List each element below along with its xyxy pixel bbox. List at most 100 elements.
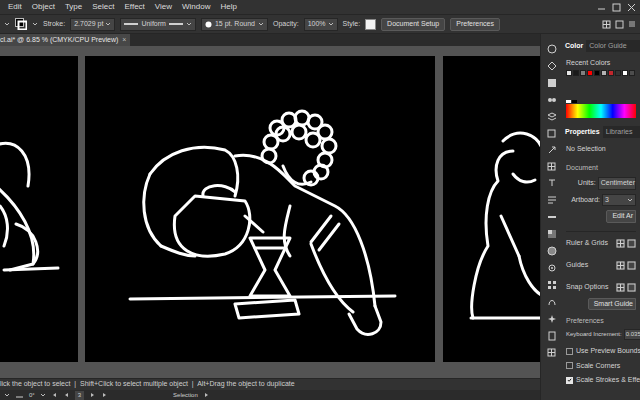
toggle-icon[interactable] xyxy=(627,261,636,270)
panel-tab[interactable]: Color xyxy=(562,40,586,52)
artboard-value[interactable]: 3 xyxy=(605,195,625,206)
dropdown-icon[interactable] xyxy=(627,197,633,203)
document-tab[interactable]: cl.ai* @ 6.85 % (CMYK/CPU Preview) × xyxy=(0,34,130,46)
toggle-icon[interactable] xyxy=(627,239,636,248)
black-swatch[interactable] xyxy=(572,100,577,103)
dropdown-icon[interactable] xyxy=(32,21,38,27)
checkbox-label[interactable]: Use Preview Bounds xyxy=(576,346,640,357)
first-artboard-icon[interactable] xyxy=(51,392,58,398)
dropdown-icon[interactable] xyxy=(258,21,264,27)
menu-item[interactable]: Type xyxy=(65,1,82,13)
edit-artboards-button[interactable]: Edit Ar xyxy=(606,210,636,223)
menu-icon[interactable] xyxy=(628,20,636,28)
dropdown-icon[interactable] xyxy=(4,21,10,27)
layers-icon[interactable] xyxy=(547,112,557,122)
gradient-icon[interactable] xyxy=(547,229,557,239)
style-swatch-icon[interactable] xyxy=(365,19,376,30)
dropdown-icon[interactable] xyxy=(328,21,334,27)
color-swatch[interactable] xyxy=(580,70,586,76)
menu-item[interactable]: Edit xyxy=(8,1,22,13)
transform-icon[interactable] xyxy=(547,162,556,171)
color-swatch[interactable] xyxy=(601,70,607,76)
artboard-field[interactable]: 3 xyxy=(602,194,636,207)
rotation-value[interactable]: 0° xyxy=(29,391,35,400)
align-icon[interactable] xyxy=(547,348,556,357)
checkbox-row[interactable]: Scale Strokes & Effects xyxy=(566,375,636,386)
appearance-icon[interactable] xyxy=(547,263,557,273)
checkbox-row[interactable]: Use Preview Bounds xyxy=(566,346,636,357)
color-swatch[interactable] xyxy=(615,70,621,76)
arrange-icon[interactable] xyxy=(602,20,611,29)
rotation-dropdown-icon[interactable] xyxy=(40,392,46,398)
libraries-icon[interactable] xyxy=(547,95,557,105)
artboard[interactable] xyxy=(0,56,78,362)
links-icon[interactable] xyxy=(547,331,557,341)
last-artboard-icon[interactable] xyxy=(101,392,108,398)
close-tab-button[interactable]: × xyxy=(122,35,126,46)
artboard-number[interactable]: 3 xyxy=(75,391,84,400)
toggle-icon[interactable] xyxy=(616,283,625,292)
color-swatch[interactable] xyxy=(608,70,614,76)
next-artboard-icon[interactable] xyxy=(89,392,96,398)
control-button[interactable]: Document Setup xyxy=(381,18,445,31)
color-spectrum[interactable] xyxy=(566,104,636,118)
menu-item[interactable]: Help xyxy=(220,1,236,13)
dropdown-icon[interactable] xyxy=(186,21,192,27)
panel-tab[interactable]: Color Guide xyxy=(586,40,629,52)
units-dropdown[interactable]: Centimeter xyxy=(598,177,636,190)
previous-artboard-icon[interactable] xyxy=(63,392,70,398)
checkbox[interactable] xyxy=(566,362,573,369)
brushes-icon[interactable] xyxy=(547,297,557,307)
document-title[interactable]: cl.ai* @ 6.85 % (CMYK/CPU Preview) xyxy=(0,35,118,46)
stroke-profile-value[interactable]: Uniform xyxy=(141,19,166,30)
zoom-dropdown-icon[interactable] xyxy=(4,392,10,398)
properties-icon[interactable] xyxy=(547,78,557,88)
stroke-weight-field[interactable]: 2.7029 pt xyxy=(70,18,115,31)
white-swatch[interactable] xyxy=(566,100,571,103)
color-swatch[interactable] xyxy=(594,70,600,76)
checkbox[interactable] xyxy=(566,377,573,384)
opacity-field[interactable]: 100% xyxy=(304,18,338,31)
stroke-icon[interactable] xyxy=(547,212,557,222)
color-swatch[interactable] xyxy=(566,70,572,76)
brush-value[interactable]: 15 pt. Round xyxy=(215,19,255,30)
toggle-icon[interactable] xyxy=(616,261,625,270)
color-guide-icon[interactable] xyxy=(547,61,557,71)
opacity-value[interactable]: 100% xyxy=(308,19,326,30)
paragraph-icon[interactable] xyxy=(547,195,557,205)
character-icon[interactable] xyxy=(547,178,557,188)
dropdown-icon[interactable] xyxy=(105,21,111,27)
export-icon[interactable] xyxy=(547,145,557,155)
transform-icon[interactable] xyxy=(615,20,624,29)
artboard[interactable] xyxy=(85,56,435,362)
color-swatch[interactable] xyxy=(587,70,593,76)
units-value[interactable]: Centimeter xyxy=(601,178,635,189)
artboard[interactable] xyxy=(443,56,540,362)
status-menu-icon[interactable] xyxy=(203,392,210,398)
transparency-icon[interactable] xyxy=(547,246,557,256)
checkbox-row[interactable]: Scale Corners xyxy=(566,361,636,372)
canvas[interactable] xyxy=(0,46,540,378)
checkbox-label[interactable]: Scale Corners xyxy=(576,361,620,372)
color-swatch[interactable] xyxy=(622,70,628,76)
smart-guides-button[interactable]: Smart Guide xyxy=(588,298,636,311)
brush-dropdown[interactable]: 15 pt. Round xyxy=(201,18,268,31)
swatches-icon[interactable] xyxy=(547,280,557,290)
symbols-icon[interactable] xyxy=(547,314,557,324)
menu-item[interactable]: View xyxy=(155,1,172,13)
stroke-weight-value[interactable]: 2.7029 pt xyxy=(74,19,103,30)
checkbox-label[interactable]: Scale Strokes & Effects xyxy=(576,375,640,386)
fill-stroke-swatch-icon[interactable] xyxy=(15,18,27,30)
artboards-icon[interactable] xyxy=(547,129,556,138)
keyboard-increment-field[interactable]: 0.0353 xyxy=(624,329,640,340)
checkbox[interactable] xyxy=(566,348,573,355)
color-swatch[interactable] xyxy=(629,70,635,76)
panel-tab[interactable]: Libraries xyxy=(603,126,636,138)
menu-item[interactable]: Effect xyxy=(125,1,145,13)
minimize-icon[interactable] xyxy=(597,3,606,12)
menu-item[interactable]: Select xyxy=(92,1,114,13)
menu-item[interactable]: Window xyxy=(182,1,210,13)
close-icon[interactable] xyxy=(627,3,636,12)
menu-item[interactable]: Object xyxy=(32,1,55,13)
stroke-profile-dropdown[interactable]: Uniform xyxy=(120,18,196,31)
